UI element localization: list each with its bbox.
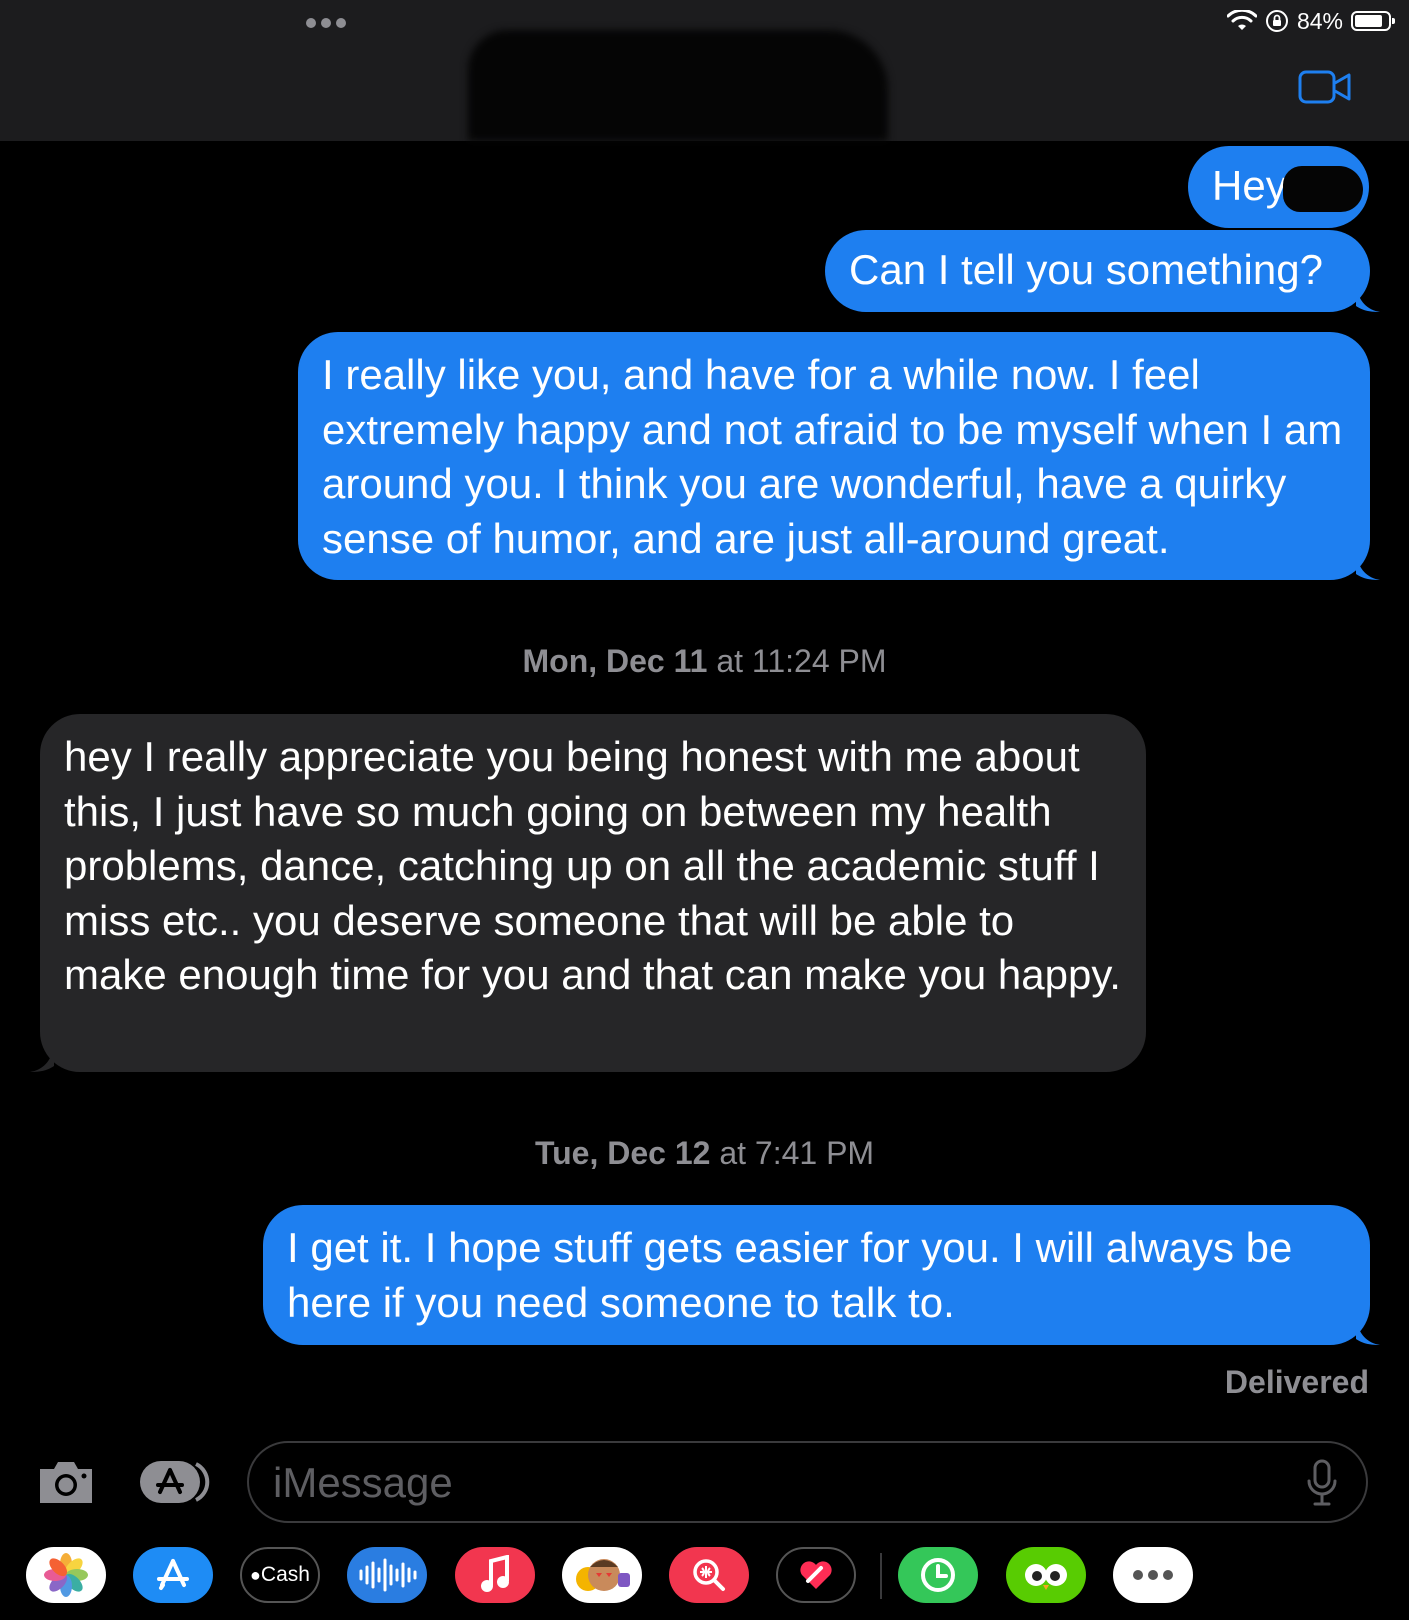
message-input-placeholder: iMessage bbox=[273, 1459, 453, 1506]
battery-percent: 84% bbox=[1296, 7, 1343, 34]
message-text: I really like you, and have for a while … bbox=[322, 351, 1343, 562]
conversation-header: 84% bbox=[0, 0, 1409, 141]
memoji-app-icon[interactable] bbox=[562, 1547, 642, 1603]
message-text: Hey bbox=[1212, 162, 1287, 209]
app-store-app-icon[interactable] bbox=[133, 1547, 213, 1603]
clock-app-icon[interactable] bbox=[898, 1547, 978, 1603]
incoming-message[interactable]: hey I really appreciate you being honest… bbox=[30, 714, 1146, 1072]
outgoing-message[interactable]: I get it. I hope stuff gets easier for y… bbox=[263, 1205, 1380, 1345]
message-text: I get it. I hope stuff gets easier for y… bbox=[287, 1224, 1293, 1326]
bubble-tail bbox=[1356, 1317, 1380, 1345]
message-input[interactable]: iMessage bbox=[247, 1441, 1368, 1523]
delivered-status: Delivered bbox=[1224, 1364, 1369, 1400]
video-call-icon[interactable] bbox=[1298, 70, 1352, 104]
camera-icon[interactable] bbox=[36, 1459, 96, 1505]
music-app-icon[interactable] bbox=[455, 1547, 535, 1603]
apple-logo-icon: ● bbox=[250, 1564, 261, 1585]
photos-app-icon[interactable] bbox=[26, 1547, 106, 1603]
outgoing-message[interactable]: Can I tell you something? bbox=[825, 230, 1380, 312]
battery-icon bbox=[1351, 11, 1395, 31]
microphone-icon[interactable] bbox=[1306, 1459, 1338, 1507]
audio-message-app-icon[interactable] bbox=[347, 1547, 427, 1603]
tray-separator bbox=[880, 1553, 882, 1599]
app-tray: ● Cash bbox=[0, 1535, 1409, 1615]
wifi-icon bbox=[1226, 10, 1257, 30]
bubble-tail bbox=[1356, 284, 1380, 312]
rotation-lock-icon bbox=[1265, 10, 1288, 32]
redacted-contact bbox=[468, 30, 888, 141]
bubble-tail bbox=[30, 1044, 54, 1072]
outgoing-message[interactable]: Hey bbox=[1188, 146, 1369, 228]
message-text: hey I really appreciate you being honest… bbox=[64, 733, 1121, 998]
images-search-app-icon[interactable] bbox=[669, 1547, 749, 1603]
app-store-drawer-icon[interactable] bbox=[138, 1458, 214, 1506]
timestamp: Mon, Dec 11 at 11:24 PM bbox=[522, 643, 887, 679]
timestamp: Tue, Dec 12 at 7:41 PM bbox=[534, 1135, 875, 1171]
duolingo-app-icon[interactable] bbox=[1006, 1547, 1086, 1603]
message-text: Can I tell you something? bbox=[849, 246, 1323, 293]
multitasking-dots[interactable] bbox=[306, 18, 346, 28]
apple-cash-app-icon[interactable]: ● Cash bbox=[240, 1547, 320, 1603]
status-bar: 84% bbox=[1226, 6, 1395, 36]
redacted-name bbox=[1283, 166, 1363, 212]
outgoing-message[interactable]: I really like you, and have for a while … bbox=[298, 332, 1380, 580]
bubble-tail bbox=[1356, 552, 1380, 580]
digital-touch-app-icon[interactable] bbox=[776, 1547, 856, 1603]
more-apps-icon[interactable] bbox=[1113, 1547, 1193, 1603]
